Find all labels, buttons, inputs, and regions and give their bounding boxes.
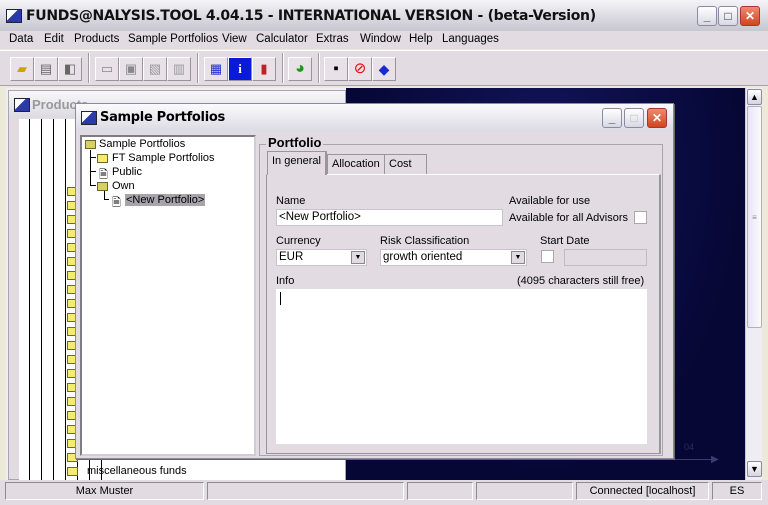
chart-tick-label: 04 xyxy=(684,442,695,452)
open-folder-icon[interactable]: ▰ xyxy=(10,57,34,81)
dialog-maximize-button[interactable]: □ xyxy=(624,108,644,128)
tab-cost[interactable]: Cost xyxy=(384,154,427,174)
status-language: ES xyxy=(712,482,762,500)
print-icon[interactable]: ▭ xyxy=(95,57,119,81)
start-date-label: Start Date xyxy=(540,235,590,247)
tab-in-general[interactable]: In general xyxy=(267,151,327,175)
open-folder-icon xyxy=(97,182,108,191)
menu-bar: Data Edit Products Sample Portfolios Vie… xyxy=(0,31,768,49)
risk-classification-select[interactable]: growth oriented ▼ xyxy=(380,249,527,266)
status-cell xyxy=(207,482,404,500)
menu-languages[interactable]: Languages xyxy=(442,33,499,45)
table-icon[interactable]: ▦ xyxy=(204,57,228,81)
risk-classification-value: growth oriented xyxy=(383,251,463,263)
currency-label: Currency xyxy=(276,235,321,247)
tree-item-new-portfolio[interactable]: <New Portfolio> xyxy=(125,194,206,206)
risk-classification-label: Risk Classification xyxy=(380,235,470,247)
import-icon[interactable]: ◧ xyxy=(58,57,82,81)
window-icon xyxy=(81,111,97,125)
status-user: Max Muster xyxy=(5,482,204,500)
sample-portfolios-dialog: Sample Portfolios _ □ ✕ Sample Portfolio… xyxy=(75,103,674,459)
tree-item-public[interactable]: Public xyxy=(112,166,142,178)
tab-panel-in-general: Name <New Portfolio> Available for use A… xyxy=(266,174,661,454)
dialog-minimize-button[interactable]: _ xyxy=(602,108,622,128)
eraser-icon[interactable]: ◆ xyxy=(372,57,396,81)
info-label: Info xyxy=(276,275,295,287)
tree-item-ft-sample-portfolios[interactable]: FT Sample Portfolios xyxy=(112,152,215,164)
tree-item-sample-portfolios[interactable]: Sample Portfolios xyxy=(99,138,185,150)
start-date-checkbox[interactable] xyxy=(541,250,554,263)
menu-window[interactable]: Window xyxy=(360,33,401,45)
save-icon[interactable]: ▪ xyxy=(324,57,348,81)
card-icon[interactable]: ▥ xyxy=(167,57,191,81)
menu-products[interactable]: Products xyxy=(74,33,119,45)
dialog-close-button[interactable]: ✕ xyxy=(647,108,667,128)
chart-icon[interactable]: ▮ xyxy=(252,57,276,81)
info-icon[interactable]: i xyxy=(228,57,252,81)
cancel-icon[interactable]: ⊘ xyxy=(348,57,372,81)
status-bar: Max Muster Connected [localhost] ES xyxy=(0,480,768,505)
folder-icon xyxy=(67,467,78,476)
info-characters-free: (4095 characters still free) xyxy=(517,275,645,287)
tab-allocation[interactable]: Allocation xyxy=(327,154,385,174)
copy-icon[interactable]: ▤ xyxy=(34,57,58,81)
menu-data[interactable]: Data xyxy=(9,33,33,45)
close-button[interactable]: ✕ xyxy=(740,6,760,26)
status-connection: Connected [localhost] xyxy=(576,482,709,500)
currency-value: EUR xyxy=(279,251,304,263)
status-cell xyxy=(476,482,573,500)
scroll-down-button[interactable]: ▼ xyxy=(747,461,762,477)
print-preview-icon[interactable]: ▣ xyxy=(119,57,143,81)
menu-view[interactable]: View xyxy=(222,33,247,45)
portfolio-tree[interactable]: Sample Portfolios FT Sample Portfolios 🗎… xyxy=(80,135,256,456)
name-label: Name xyxy=(276,195,306,207)
maximize-button[interactable]: □ xyxy=(718,6,738,26)
menu-sample-portfolios[interactable]: Sample Portfolios xyxy=(128,33,218,45)
scroll-up-button[interactable]: ▲ xyxy=(747,89,762,105)
available-for-all-advisors-label: Available for all Advisors xyxy=(509,212,629,224)
dialog-title: Sample Portfolios xyxy=(100,110,225,125)
main-vertical-scrollbar[interactable]: ▲ ≡ ▼ xyxy=(745,88,762,480)
minimize-button[interactable]: _ xyxy=(697,6,717,26)
menu-edit[interactable]: Edit xyxy=(44,33,64,45)
info-textarea[interactable] xyxy=(276,289,647,444)
document-icon: 🗎 xyxy=(112,197,121,209)
app-title-bar: FUNDS@NALYSIS.TOOL 4.04.15 - INTERNATION… xyxy=(0,0,768,32)
chevron-down-icon[interactable]: ▼ xyxy=(511,251,525,264)
pie-chart-icon[interactable]: ◕ xyxy=(288,57,312,81)
available-for-use-label: Available for use xyxy=(509,195,591,207)
menu-extras[interactable]: Extras xyxy=(316,33,349,45)
menu-help[interactable]: Help xyxy=(409,33,433,45)
scroll-thumb[interactable]: ≡ xyxy=(747,106,762,328)
chevron-down-icon[interactable]: ▼ xyxy=(351,251,365,264)
dialog-title-bar: Sample Portfolios _ □ ✕ xyxy=(76,104,673,131)
toolbar: ▰ ▤ ◧ ▭ ▣ ▧ ▥ ▦ i ▮ ◕ ▪ ⊘ ◆ xyxy=(0,50,768,86)
app-icon xyxy=(6,9,22,23)
app-title: FUNDS@NALYSIS.TOOL 4.04.15 - INTERNATION… xyxy=(26,8,596,24)
currency-select[interactable]: EUR ▼ xyxy=(276,249,367,266)
portfolio-group-label: Portfolio xyxy=(266,135,324,150)
folder-icon xyxy=(97,154,108,163)
start-date-input[interactable] xyxy=(564,249,647,266)
image-icon[interactable]: ▧ xyxy=(143,57,167,81)
window-icon xyxy=(14,98,30,112)
available-for-all-advisors-checkbox[interactable] xyxy=(634,211,647,224)
open-folder-icon xyxy=(85,140,96,149)
menu-calculator[interactable]: Calculator xyxy=(256,33,308,45)
status-cell xyxy=(407,482,473,500)
name-input[interactable]: <New Portfolio> xyxy=(276,209,503,226)
tree-item-own[interactable]: Own xyxy=(112,180,135,192)
